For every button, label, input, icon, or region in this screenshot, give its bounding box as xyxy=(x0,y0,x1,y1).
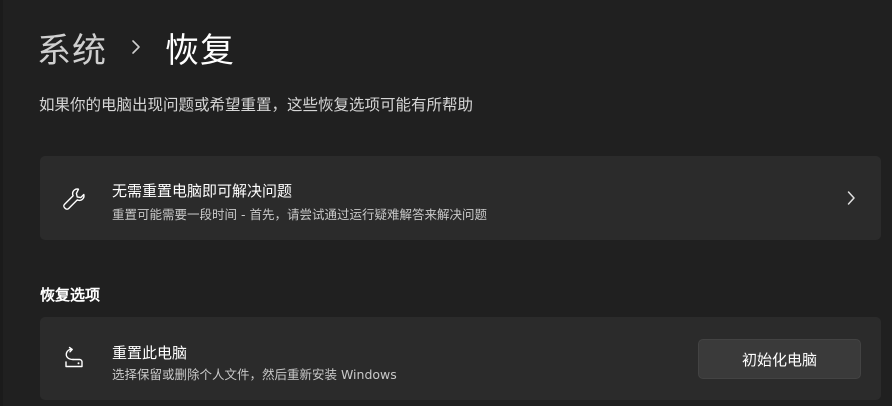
reset-pc-button[interactable]: 初始化电脑 xyxy=(698,339,861,379)
wrench-icon xyxy=(60,185,88,213)
troubleshoot-card[interactable]: 无需重置电脑即可解决问题 重置可能需要一段时间 - 首先，请尝试通过运行疑难解答… xyxy=(40,156,881,240)
breadcrumb-parent-system[interactable]: 系统 xyxy=(37,23,107,72)
reset-pc-subtitle: 选择保留或删除个人文件，然后重新安装 Windows xyxy=(112,367,397,382)
reset-pc-icon xyxy=(60,344,88,372)
troubleshoot-title: 无需重置电脑即可解决问题 xyxy=(112,182,293,200)
troubleshoot-subtitle: 重置可能需要一段时间 - 首先，请尝试通过运行疑难解答来解决问题 xyxy=(112,207,487,222)
page-description: 如果你的电脑出现问题或希望重置，这些恢复选项可能有所帮助 xyxy=(39,96,474,114)
breadcrumb-chevron-icon xyxy=(129,24,143,70)
breadcrumb: 系统 恢复 xyxy=(37,23,235,72)
reset-pc-card: 重置此电脑 选择保留或删除个人文件，然后重新安装 Windows 初始化电脑 xyxy=(40,317,881,400)
recovery-options-heading: 恢复选项 xyxy=(40,286,101,304)
page-title: 恢复 xyxy=(165,30,235,71)
window-left-edge xyxy=(0,0,3,406)
chevron-right-icon xyxy=(845,190,857,206)
reset-pc-title: 重置此电脑 xyxy=(112,344,188,362)
